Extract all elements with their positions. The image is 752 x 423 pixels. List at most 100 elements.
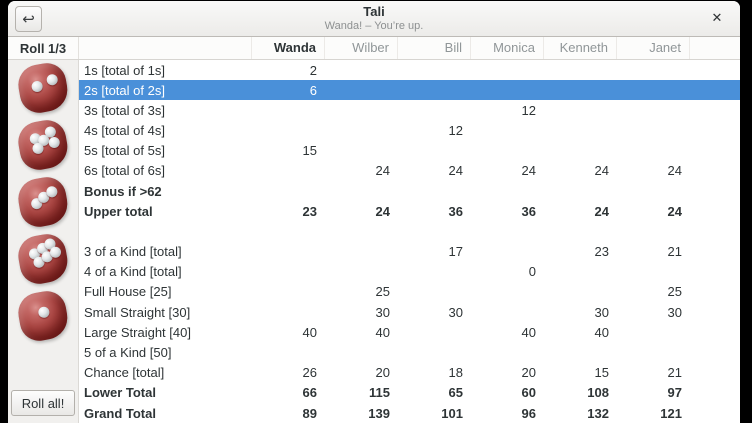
die-5-showing-1[interactable] xyxy=(15,288,71,344)
player-header-monica[interactable]: Monica xyxy=(471,37,544,59)
table-header-row: Roll 1/3 WandaWilberBillMonicaKennethJan… xyxy=(8,37,740,60)
player-column-headers: WandaWilberBillMonicaKennethJanet xyxy=(252,37,690,59)
score-row[interactable]: 4s [total of 4s] 12 xyxy=(79,121,740,141)
score-cell-bill: 18 xyxy=(398,365,471,380)
row-label: Upper total xyxy=(79,204,252,219)
row-label: 6s [total of 6s] xyxy=(79,163,252,178)
score-cell-wilber: 24 xyxy=(325,163,398,178)
score-cell-wilber: 20 xyxy=(325,365,398,380)
close-button[interactable]: ✕ xyxy=(707,9,727,29)
player-header-wilber[interactable]: Wilber xyxy=(325,37,398,59)
roll-all-button[interactable]: Roll all! xyxy=(11,390,75,416)
die-pip xyxy=(45,185,58,198)
score-row[interactable]: 5s [total of 5s]15 xyxy=(79,141,740,161)
score-cell-janet: 25 xyxy=(617,284,690,299)
score-cell-bill: 36 xyxy=(398,204,471,219)
score-row[interactable]: 5 of a Kind [50] xyxy=(79,342,740,362)
score-cell-kenneth: 15 xyxy=(544,365,617,380)
score-row[interactable]: 3 of a Kind [total] 17 2321 xyxy=(79,242,740,262)
row-label: 5s [total of 5s] xyxy=(79,143,252,158)
row-label: 2s [total of 2s] xyxy=(79,83,252,98)
score-row[interactable]: 1s [total of 1s]2 xyxy=(79,60,740,80)
player-header-bill[interactable]: Bill xyxy=(398,37,471,59)
die-pip xyxy=(38,306,51,319)
window-content: Roll all! 1s [total of 1s]22s [total of … xyxy=(8,60,740,423)
score-cell-monica: 36 xyxy=(471,204,544,219)
titlebar: ↩ Tali Wanda! – You’re up. ✕ xyxy=(8,1,740,37)
score-cell-bill: 30 xyxy=(398,305,471,320)
score-cell-wanda: 89 xyxy=(252,406,325,421)
score-cell-janet: 30 xyxy=(617,305,690,320)
score-row[interactable]: Chance [total]262018201521 xyxy=(79,363,740,383)
score-cell-kenneth: 24 xyxy=(544,204,617,219)
die-2-showing-5[interactable] xyxy=(15,117,71,173)
score-row[interactable]: Small Straight [30]30303030 xyxy=(79,302,740,322)
score-cell-wanda: 23 xyxy=(252,204,325,219)
score-cell-janet: 24 xyxy=(617,163,690,178)
back-button[interactable]: ↩ xyxy=(15,6,42,32)
row-label: 3 of a Kind [total] xyxy=(79,244,252,259)
score-row[interactable]: Large Straight [40]40404040 xyxy=(79,322,740,342)
score-cell-janet: 21 xyxy=(617,244,690,259)
score-cell-bill: 17 xyxy=(398,244,471,259)
score-cell-kenneth: 23 xyxy=(544,244,617,259)
row-label: 4s [total of 4s] xyxy=(79,123,252,138)
score-cell-wilber: 115 xyxy=(325,385,398,400)
score-row[interactable]: Grand Total8913910196132121 xyxy=(79,403,740,423)
score-cell-wanda: 2 xyxy=(252,63,325,78)
title-box: Tali Wanda! – You’re up. xyxy=(8,4,740,33)
dice-column xyxy=(8,60,78,340)
score-row[interactable]: 6s [total of 6s]2424242424 xyxy=(79,161,740,181)
score-cell-wanda: 15 xyxy=(252,143,325,158)
row-label: Chance [total] xyxy=(79,365,252,380)
score-cell-wanda: 66 xyxy=(252,385,325,400)
row-label: Large Straight [40] xyxy=(79,325,252,340)
row-label: Full House [25] xyxy=(79,284,252,299)
player-header-wanda[interactable]: Wanda xyxy=(252,37,325,59)
score-cell-monica: 12 xyxy=(471,103,544,118)
score-row[interactable]: Bonus if >62 xyxy=(79,181,740,201)
dice-panel: Roll all! xyxy=(8,60,79,423)
score-row[interactable]: Upper total232436362424 xyxy=(79,201,740,221)
back-arrow-icon: ↩ xyxy=(22,10,35,28)
roll-counter: Roll 1/3 xyxy=(8,37,79,59)
die-1-showing-2[interactable] xyxy=(15,60,71,116)
score-cell-bill: 101 xyxy=(398,406,471,421)
score-cell-janet: 121 xyxy=(617,406,690,421)
score-cell-wanda: 6 xyxy=(252,83,325,98)
score-cell-janet: 24 xyxy=(617,204,690,219)
score-cell-bill: 24 xyxy=(398,163,471,178)
player-header-kenneth[interactable]: Kenneth xyxy=(544,37,617,59)
score-cell-monica: 40 xyxy=(471,325,544,340)
row-label: Grand Total xyxy=(79,406,252,421)
window-title: Tali xyxy=(8,4,740,20)
score-cell-janet: 97 xyxy=(617,385,690,400)
score-cell-wilber: 24 xyxy=(325,204,398,219)
score-table: 1s [total of 1s]22s [total of 2s]63s [to… xyxy=(79,60,740,423)
die-3-showing-3[interactable] xyxy=(15,174,71,230)
die-pip xyxy=(31,80,44,93)
score-cell-wilber: 139 xyxy=(325,406,398,421)
score-cell-monica: 20 xyxy=(471,365,544,380)
score-row[interactable]: 3s [total of 3s]12 xyxy=(79,100,740,120)
score-cell-monica: 24 xyxy=(471,163,544,178)
score-row[interactable]: 4 of a Kind [total]0 xyxy=(79,262,740,282)
tali-window: ↩ Tali Wanda! – You’re up. ✕ Roll 1/3 Wa… xyxy=(8,1,740,423)
header-end-spacer xyxy=(690,37,740,59)
score-cell-bill: 12 xyxy=(398,123,471,138)
score-cell-monica: 0 xyxy=(471,264,544,279)
score-cell-monica: 96 xyxy=(471,406,544,421)
score-cell-monica: 60 xyxy=(471,385,544,400)
score-cell-wanda: 40 xyxy=(252,325,325,340)
score-cell-janet: 21 xyxy=(617,365,690,380)
player-header-janet[interactable]: Janet xyxy=(617,37,690,59)
row-label: 5 of a Kind [50] xyxy=(79,345,252,360)
score-row[interactable]: Lower Total66115656010897 xyxy=(79,383,740,403)
score-cell-wilber: 30 xyxy=(325,305,398,320)
score-row[interactable]: 2s [total of 2s]6 xyxy=(79,80,740,100)
die-4-showing-6[interactable] xyxy=(15,231,71,287)
label-column-header xyxy=(79,37,252,59)
score-row[interactable]: Full House [25]2525 xyxy=(79,282,740,302)
row-label: 1s [total of 1s] xyxy=(79,63,252,78)
score-cell-wilber: 40 xyxy=(325,325,398,340)
